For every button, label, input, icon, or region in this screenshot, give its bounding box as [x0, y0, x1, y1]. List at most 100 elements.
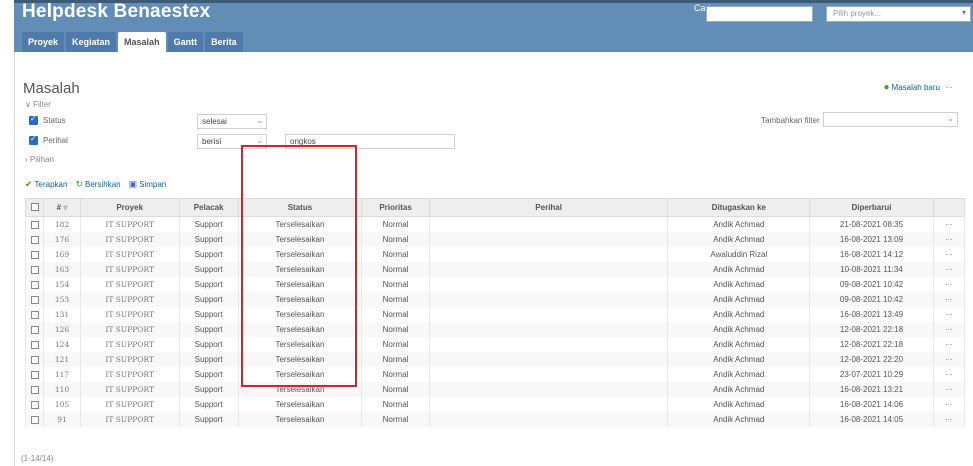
table-row[interactable]: 91 IT SUPPORT Support Terselesaikan Normal An…: [24, 411, 966, 427]
row-checkbox[interactable]: [24, 411, 45, 427]
cell-assignee[interactable]: Andik Achmad: [667, 306, 811, 322]
row-checkbox[interactable]: [24, 351, 45, 367]
clear-link[interactable]: ↻ Bersihkan: [75, 179, 120, 190]
table-row[interactable]: 154 IT SUPPORT Support Terselesaikan Normal A…: [24, 276, 966, 292]
cell-subject-redacted[interactable]: [428, 351, 669, 367]
row-checkbox[interactable]: [24, 321, 45, 337]
subject-filter-input[interactable]: ongkos: [285, 134, 455, 149]
cell-assignee[interactable]: Andik Achmad: [667, 216, 811, 232]
cell-subject-redacted[interactable]: [428, 381, 669, 397]
cell-assignee[interactable]: Andik Achmad: [667, 276, 811, 292]
cell-assignee[interactable]: Andik Achmad: [667, 321, 811, 337]
table-row[interactable]: 124 IT SUPPORT Support Terselesaikan Normal A…: [24, 336, 966, 352]
tab-berita[interactable]: Berita: [205, 32, 243, 52]
app-title[interactable]: Helpdesk Benaestex: [22, 1, 210, 23]
status-operator-select[interactable]: selesai ⌄: [197, 114, 267, 129]
row-menu-icon[interactable]: ···: [932, 366, 966, 382]
status-filter-checkbox[interactable]: [29, 114, 38, 125]
subject-operator-select[interactable]: berisi ⌄: [197, 134, 267, 149]
new-issue-link[interactable]: ● Masalah baru ···: [883, 82, 953, 93]
cell-assignee[interactable]: Andik Achmad: [667, 261, 811, 277]
table-row[interactable]: 117 IT SUPPORT Support Terselesaikan Normal A…: [24, 366, 966, 382]
row-menu-icon[interactable]: ···: [932, 261, 966, 277]
subject-filter-checkbox[interactable]: [29, 134, 38, 145]
cell-id[interactable]: 176: [43, 231, 81, 247]
add-filter-select[interactable]: ⌄: [823, 112, 958, 127]
row-checkbox[interactable]: [24, 336, 45, 352]
cell-subject-redacted[interactable]: [428, 411, 669, 427]
cell-subject-redacted[interactable]: [428, 396, 669, 412]
row-menu-icon[interactable]: ···: [932, 321, 966, 337]
tab-kegiatan[interactable]: Kegiatan: [66, 32, 117, 52]
row-checkbox[interactable]: [24, 276, 45, 292]
cell-assignee[interactable]: Andik Achmad: [667, 366, 811, 382]
table-row[interactable]: 153 IT SUPPORT Support Terselesaikan Normal A…: [24, 291, 966, 307]
row-menu-icon[interactable]: ···: [932, 336, 966, 352]
row-menu-icon[interactable]: ···: [932, 216, 966, 232]
row-menu-icon[interactable]: ···: [932, 276, 966, 292]
cell-id[interactable]: 163: [43, 261, 81, 277]
row-checkbox[interactable]: [24, 216, 45, 232]
row-menu-icon[interactable]: ···: [932, 411, 966, 427]
cell-id[interactable]: 105: [43, 396, 81, 412]
cell-subject-redacted[interactable]: [428, 366, 669, 382]
row-checkbox[interactable]: [24, 396, 45, 412]
cell-id[interactable]: 153: [43, 291, 81, 307]
cell-id[interactable]: 121: [43, 351, 81, 367]
cell-id[interactable]: 124: [43, 336, 81, 352]
row-menu-icon[interactable]: ···: [932, 396, 966, 412]
cell-subject-redacted[interactable]: [428, 261, 669, 277]
table-row[interactable]: 163 IT SUPPORT Support Terselesaikan Normal A…: [24, 261, 966, 277]
cell-id[interactable]: 169: [43, 246, 81, 262]
cell-id[interactable]: 154: [43, 276, 81, 292]
tab-masalah[interactable]: Masalah: [118, 32, 166, 52]
column-header-id[interactable]: # ▿: [43, 198, 81, 217]
table-row[interactable]: 176 IT SUPPORT Support Terselesaikan Normal A…: [24, 231, 966, 247]
column-header-assignee[interactable]: Ditugaskan ke: [667, 198, 811, 217]
cell-subject-redacted[interactable]: [428, 231, 669, 247]
apply-link[interactable]: ✔ Terapkan: [25, 179, 67, 190]
more-menu-icon[interactable]: ···: [945, 83, 953, 92]
row-checkbox[interactable]: [24, 246, 45, 262]
row-menu-icon[interactable]: ···: [932, 246, 966, 262]
cell-id[interactable]: 91: [43, 411, 81, 427]
column-header-updated[interactable]: Diperbarui: [809, 198, 934, 217]
row-checkbox[interactable]: [24, 366, 45, 382]
table-row[interactable]: 121 IT SUPPORT Support Terselesaikan Normal A…: [24, 351, 966, 367]
cell-assignee[interactable]: Andik Achmad: [667, 231, 811, 247]
cell-subject-redacted[interactable]: [428, 216, 669, 232]
cell-subject-redacted[interactable]: [428, 336, 669, 352]
search-input[interactable]: [706, 6, 813, 22]
cell-subject-redacted[interactable]: [428, 246, 669, 262]
cell-id[interactable]: 117: [43, 366, 81, 382]
cell-subject-redacted[interactable]: [428, 276, 669, 292]
row-checkbox[interactable]: [24, 291, 45, 307]
options-toggle[interactable]: › Pilihan: [25, 155, 54, 164]
column-header-project[interactable]: Proyek: [79, 198, 180, 217]
tab-proyek[interactable]: Proyek: [22, 32, 65, 52]
cell-assignee[interactable]: Andik Achmad: [667, 291, 811, 307]
column-header-subject[interactable]: Perihal: [428, 198, 669, 217]
row-menu-icon[interactable]: ···: [932, 306, 966, 322]
row-menu-icon[interactable]: ···: [932, 231, 966, 247]
table-row[interactable]: 105 IT SUPPORT Support Terselesaikan Normal A…: [24, 396, 966, 412]
column-header-priority[interactable]: Prioritas: [361, 198, 430, 217]
cell-assignee[interactable]: Andik Achmad: [667, 411, 811, 427]
cell-subject-redacted[interactable]: [428, 291, 669, 307]
table-row[interactable]: 126 IT SUPPORT Support Terselesaikan Normal A…: [24, 321, 966, 337]
cell-assignee[interactable]: Andik Achmad: [667, 336, 811, 352]
tab-gantt[interactable]: Gantt: [167, 32, 204, 52]
row-checkbox[interactable]: [24, 231, 45, 247]
cell-id[interactable]: 131: [43, 306, 81, 322]
project-jump-select[interactable]: Pilih proyek... ▾: [826, 6, 971, 22]
filter-toggle[interactable]: ∨ Filter: [25, 100, 51, 109]
table-row[interactable]: 110 IT SUPPORT Support Terselesaikan Normal A…: [24, 381, 966, 397]
cell-assignee[interactable]: Andik Achmad: [667, 351, 811, 367]
column-header-tracker[interactable]: Pelacak: [178, 198, 239, 217]
cell-id[interactable]: 182: [43, 216, 81, 232]
cell-id[interactable]: 110: [43, 381, 81, 397]
row-menu-icon[interactable]: ···: [932, 351, 966, 367]
row-checkbox[interactable]: [24, 381, 45, 397]
cell-subject-redacted[interactable]: [428, 321, 669, 337]
column-header-status[interactable]: Status: [237, 198, 363, 217]
